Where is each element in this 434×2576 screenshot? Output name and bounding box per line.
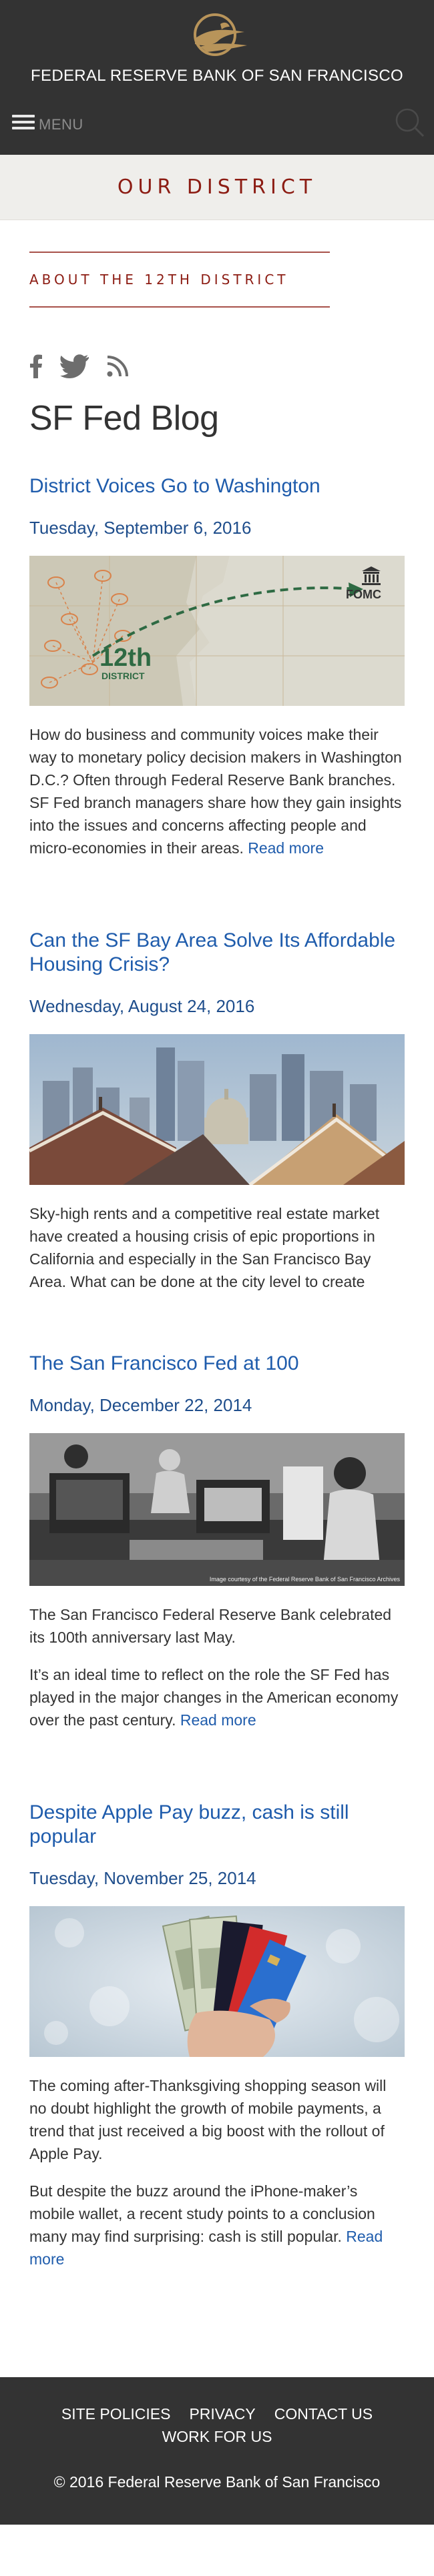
site-footer: SITE POLICIES PRIVACY CONTACT USWORK FOR U…	[0, 2377, 434, 2525]
eagle-logo-icon	[194, 13, 247, 56]
post-excerpt: It’s an ideal time to reflect on the rol…	[29, 1663, 405, 1731]
site-header: FEDERAL RESERVE BANK OF SAN FRANCISCO ME…	[0, 0, 434, 155]
main-content: ABOUT THE 12TH DISTRICT SF Fed Blog Dist…	[0, 252, 434, 2270]
post-excerpt-text: But despite the buzz around the iPhone-m…	[29, 2182, 375, 2245]
footer-link-site-policies[interactable]: SITE POLICIES	[61, 2403, 171, 2425]
district-map-image[interactable]: 12th DISTRICT FOMC	[29, 556, 405, 706]
facebook-icon[interactable]	[29, 354, 43, 382]
post-excerpt: The coming after-Thanksgiving shopping s…	[29, 2077, 387, 2162]
post-excerpt: But despite the buzz around the iPhone-m…	[29, 2180, 405, 2270]
post-excerpt-text: How do business and community voices mak…	[29, 726, 402, 857]
post-excerpt: Sky-high rents and a competitive real es…	[29, 1205, 380, 1290]
post-date: Tuesday, September 6, 2016	[29, 518, 252, 538]
site-name[interactable]: FEDERAL RESERVE BANK OF SAN FRANCISCO	[0, 67, 434, 85]
district-number-label: 12th	[99, 644, 152, 672]
rss-icon[interactable]	[107, 355, 128, 380]
archive-photo-image[interactable]: Image courtesy of the Federal Reserve Ba…	[29, 1433, 405, 1586]
post-title[interactable]: Despite Apple Pay buzz, cash is still po…	[29, 1801, 405, 1849]
section-title: OUR DISTRICT	[117, 175, 317, 199]
sub-nav: ABOUT THE 12TH DISTRICT	[29, 252, 330, 308]
search-button[interactable]	[394, 107, 426, 139]
blog-post: Despite Apple Pay buzz, cash is still po…	[29, 1801, 405, 2270]
post-excerpt: How do business and community voices mak…	[29, 723, 405, 859]
menu-button[interactable]: MENU	[12, 111, 83, 133]
footer-link-work-for-us[interactable]: WORK FOR US	[162, 2425, 272, 2448]
sub-nav-link-about-district[interactable]: ABOUT THE 12TH DISTRICT	[29, 272, 289, 288]
logo[interactable]	[0, 9, 434, 66]
hamburger-icon	[12, 113, 35, 131]
footer-link-contact-us[interactable]: CONTACT US	[274, 2403, 373, 2425]
blog-post: The San Francisco Fed at 100 Monday, Dec…	[29, 1352, 405, 1731]
post-title[interactable]: District Voices Go to Washington	[29, 474, 405, 498]
blog-title: SF Fed Blog	[29, 399, 219, 438]
post-date: Tuesday, November 25, 2014	[29, 1868, 256, 1888]
post-date: Wednesday, August 24, 2016	[29, 996, 255, 1016]
post-date: Monday, December 22, 2014	[29, 1395, 252, 1415]
twitter-icon[interactable]	[60, 354, 89, 382]
district-word-label: DISTRICT	[101, 671, 145, 681]
post-title[interactable]: The San Francisco Fed at 100	[29, 1352, 405, 1376]
search-icon	[395, 108, 425, 137]
section-banner: OUR DISTRICT	[0, 155, 434, 220]
blog-post: District Voices Go to Washington Tuesday…	[29, 474, 405, 859]
read-more-link[interactable]: Read more	[248, 839, 324, 857]
footer-links: SITE POLICIES PRIVACY CONTACT USWORK FOR U…	[13, 2403, 421, 2448]
menu-label: MENU	[39, 116, 83, 133]
copyright: © 2016 Federal Reserve Bank of San Franc…	[53, 2473, 381, 2491]
blog-post: Can the SF Bay Area Solve Its Affordable…	[29, 929, 405, 1293]
post-title[interactable]: Can the SF Bay Area Solve Its Affordable…	[29, 929, 405, 977]
fomc-label: FOMC	[346, 588, 381, 601]
social-links	[29, 354, 405, 381]
cash-cards-image[interactable]	[29, 1906, 405, 2057]
image-caption: Image courtesy of the Federal Reserve Ba…	[210, 1576, 401, 1583]
footer-link-privacy[interactable]: PRIVACY	[189, 2403, 255, 2425]
read-more-link[interactable]: Read more	[180, 1711, 256, 1729]
post-excerpt: The San Francisco Federal Reserve Bank c…	[29, 1606, 392, 1646]
housing-image[interactable]	[29, 1034, 405, 1185]
